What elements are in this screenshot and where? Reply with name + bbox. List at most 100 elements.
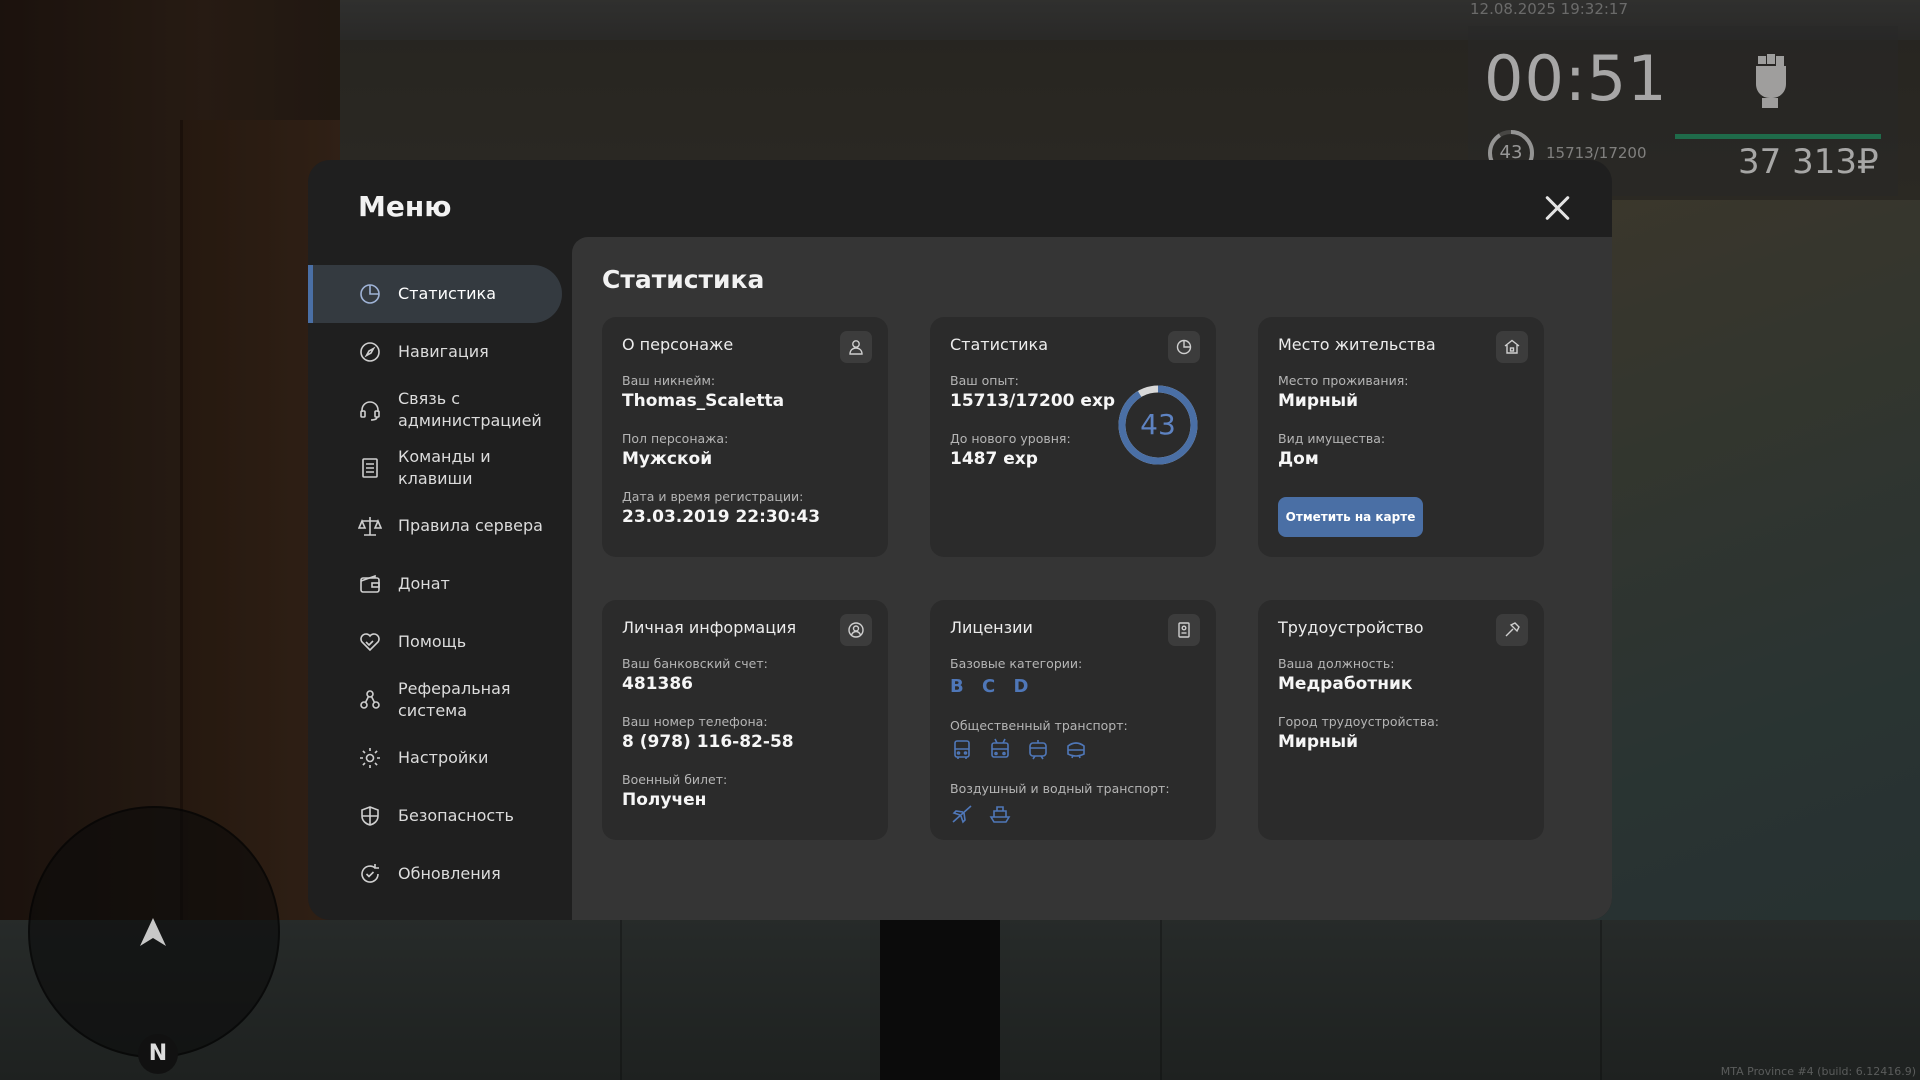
pie-chart-icon xyxy=(360,284,380,304)
sidebar-item-label: Команды и клавиши xyxy=(398,447,491,488)
phone-label: Ваш номер телефона: xyxy=(622,714,768,729)
referral-icon xyxy=(360,690,380,709)
sidebar-item-security[interactable]: Безопасность xyxy=(308,787,570,845)
registration-label: Дата и время регистрации: xyxy=(622,489,804,504)
compass-icon xyxy=(360,342,380,362)
page-title: Статистика xyxy=(602,265,765,294)
sidebar-item-rules[interactable]: Правила сервера xyxy=(308,497,570,555)
sidebar-item-label: Реферальная система xyxy=(398,679,511,720)
card-title: Статистика xyxy=(950,335,1048,354)
gender-label: Пол персонажа: xyxy=(622,431,729,446)
sidebar-item-commands[interactable]: Команды и клавиши xyxy=(308,439,570,497)
metro-icon xyxy=(1067,742,1085,759)
gear-icon xyxy=(360,748,380,768)
close-button[interactable] xyxy=(1540,190,1576,226)
document-icon xyxy=(1178,622,1190,638)
sidebar-item-donate[interactable]: Донат xyxy=(308,555,570,613)
refresh-check-icon xyxy=(361,864,379,883)
player-arrow-icon xyxy=(140,918,166,946)
sidebar-item-label: Навигация xyxy=(398,342,489,361)
airplane-icon xyxy=(952,805,972,824)
property-type-label: Вид имущества: xyxy=(1278,431,1386,446)
sidebar-item-label: Обновления xyxy=(398,864,501,883)
military-id-label: Военный билет: xyxy=(622,772,728,787)
hud-datetime: 12.08.2025 19:32:17 xyxy=(1470,0,1629,18)
residence-place-value: Мирный xyxy=(1278,391,1359,411)
sidebar-item-label: Статистика xyxy=(398,284,496,303)
sidebar-item-referral[interactable]: Реферальная система xyxy=(308,671,570,729)
menu-title: Меню xyxy=(358,190,452,223)
sidebar-item-updates[interactable]: Обновления xyxy=(308,845,570,903)
residence-place-label: Место проживания: xyxy=(1278,373,1409,388)
exp-value: 15713/17200 exp xyxy=(950,391,1116,411)
job-city-label: Город трудоустройства: xyxy=(1278,714,1440,729)
sidebar-item-statistics[interactable]: Статистика xyxy=(308,265,562,323)
bank-account-label: Ваш банковский счет: xyxy=(622,656,768,671)
mark-on-map-button[interactable]: Отметить на карте xyxy=(1278,497,1423,537)
public-transport-label: Общественный транспорт: xyxy=(950,718,1128,733)
level-number: 43 xyxy=(1140,408,1176,441)
headset-icon xyxy=(360,401,380,421)
job-position-value: Медработник xyxy=(1278,674,1413,694)
bank-account-value: 481386 xyxy=(622,674,693,694)
card-title: Место жительства xyxy=(1278,335,1436,354)
user-icon xyxy=(849,340,863,355)
sidebar-item-label: Связь с администрацией xyxy=(398,389,542,430)
handshake-heart-icon xyxy=(360,633,380,652)
property-type-value: Дом xyxy=(1278,449,1319,469)
card-icon-box xyxy=(840,331,872,363)
card-icon-box xyxy=(1168,331,1200,363)
build-info: MTA Province #4 (build: 6.12416.9) xyxy=(1720,1065,1916,1078)
list-icon xyxy=(362,458,378,478)
sidebar-item-admin-contact[interactable]: Связь с администрацией xyxy=(308,381,570,439)
hud-clock: 00:51 xyxy=(1484,42,1668,115)
bus-icon xyxy=(954,740,970,759)
exp-label: Ваш опыт: xyxy=(950,373,1019,388)
sidebar-item-help[interactable]: Помощь xyxy=(308,613,570,671)
sidebar-item-label: Помощь xyxy=(398,632,467,651)
user-circle-icon xyxy=(848,622,864,638)
wallet-icon xyxy=(360,574,380,593)
card-icon-box xyxy=(1496,331,1528,363)
next-level-label: До нового уровня: xyxy=(950,431,1071,446)
card-title: О персонаже xyxy=(622,335,734,354)
sidebar-item-label: Безопасность xyxy=(398,806,514,825)
house-icon xyxy=(1504,339,1520,354)
sidebar-item-label: Донат xyxy=(398,574,450,593)
hammer-icon xyxy=(1505,622,1520,637)
public-transport-icons xyxy=(950,738,1088,762)
nickname-value: Thomas_Scaletta xyxy=(622,391,785,411)
card-character: О персонаже Ваш никнейм: Thomas_Scaletta… xyxy=(602,317,888,557)
card-title: Лицензии xyxy=(950,618,1033,637)
statistics-panel: Статистика О персонаже Ваш никнейм: Thom… xyxy=(572,237,1612,920)
card-icon-box xyxy=(840,614,872,646)
hud-health-bar xyxy=(1675,134,1881,139)
scales-icon xyxy=(358,517,382,536)
sidebar: Статистика Навигация Связь с администрац… xyxy=(308,265,570,903)
air-water-transport-icons xyxy=(950,802,1012,826)
base-categories-value: B C D xyxy=(950,676,1035,697)
card-licenses: Лицензии Базовые категории: B C D Общест… xyxy=(930,600,1216,840)
hud-money: 37 313₽ xyxy=(1738,142,1879,182)
nickname-label: Ваш никнейм: xyxy=(622,373,716,388)
card-title: Трудоустройство xyxy=(1278,618,1424,637)
pie-chart-icon xyxy=(1176,339,1192,355)
trolleybus-icon xyxy=(991,738,1009,758)
card-personal-info: Личная информация Ваш банковский счет: 4… xyxy=(602,600,888,840)
card-employment: Трудоустройство Ваша должность: Медработ… xyxy=(1258,600,1544,840)
sidebar-item-navigation[interactable]: Навигация xyxy=(308,323,570,381)
menu-window: Меню Статистика Навигация Связь с админи… xyxy=(308,160,1612,920)
card-icon-box xyxy=(1168,614,1200,646)
boat-icon xyxy=(989,806,1011,823)
sidebar-item-settings[interactable]: Настройки xyxy=(308,729,570,787)
military-id-value: Получен xyxy=(622,790,707,810)
next-level-value: 1487 exp xyxy=(950,449,1038,469)
compass-north: N xyxy=(138,1034,178,1074)
sidebar-item-label: Правила сервера xyxy=(398,516,543,535)
sidebar-item-label: Настройки xyxy=(398,748,489,767)
card-title: Личная информация xyxy=(622,618,797,637)
fist-icon xyxy=(1756,54,1786,108)
card-statistics: Статистика Ваш опыт: 15713/17200 exp До … xyxy=(930,317,1216,557)
job-position-label: Ваша должность: xyxy=(1278,656,1395,671)
phone-value: 8 (978) 116-82-58 xyxy=(622,732,794,752)
